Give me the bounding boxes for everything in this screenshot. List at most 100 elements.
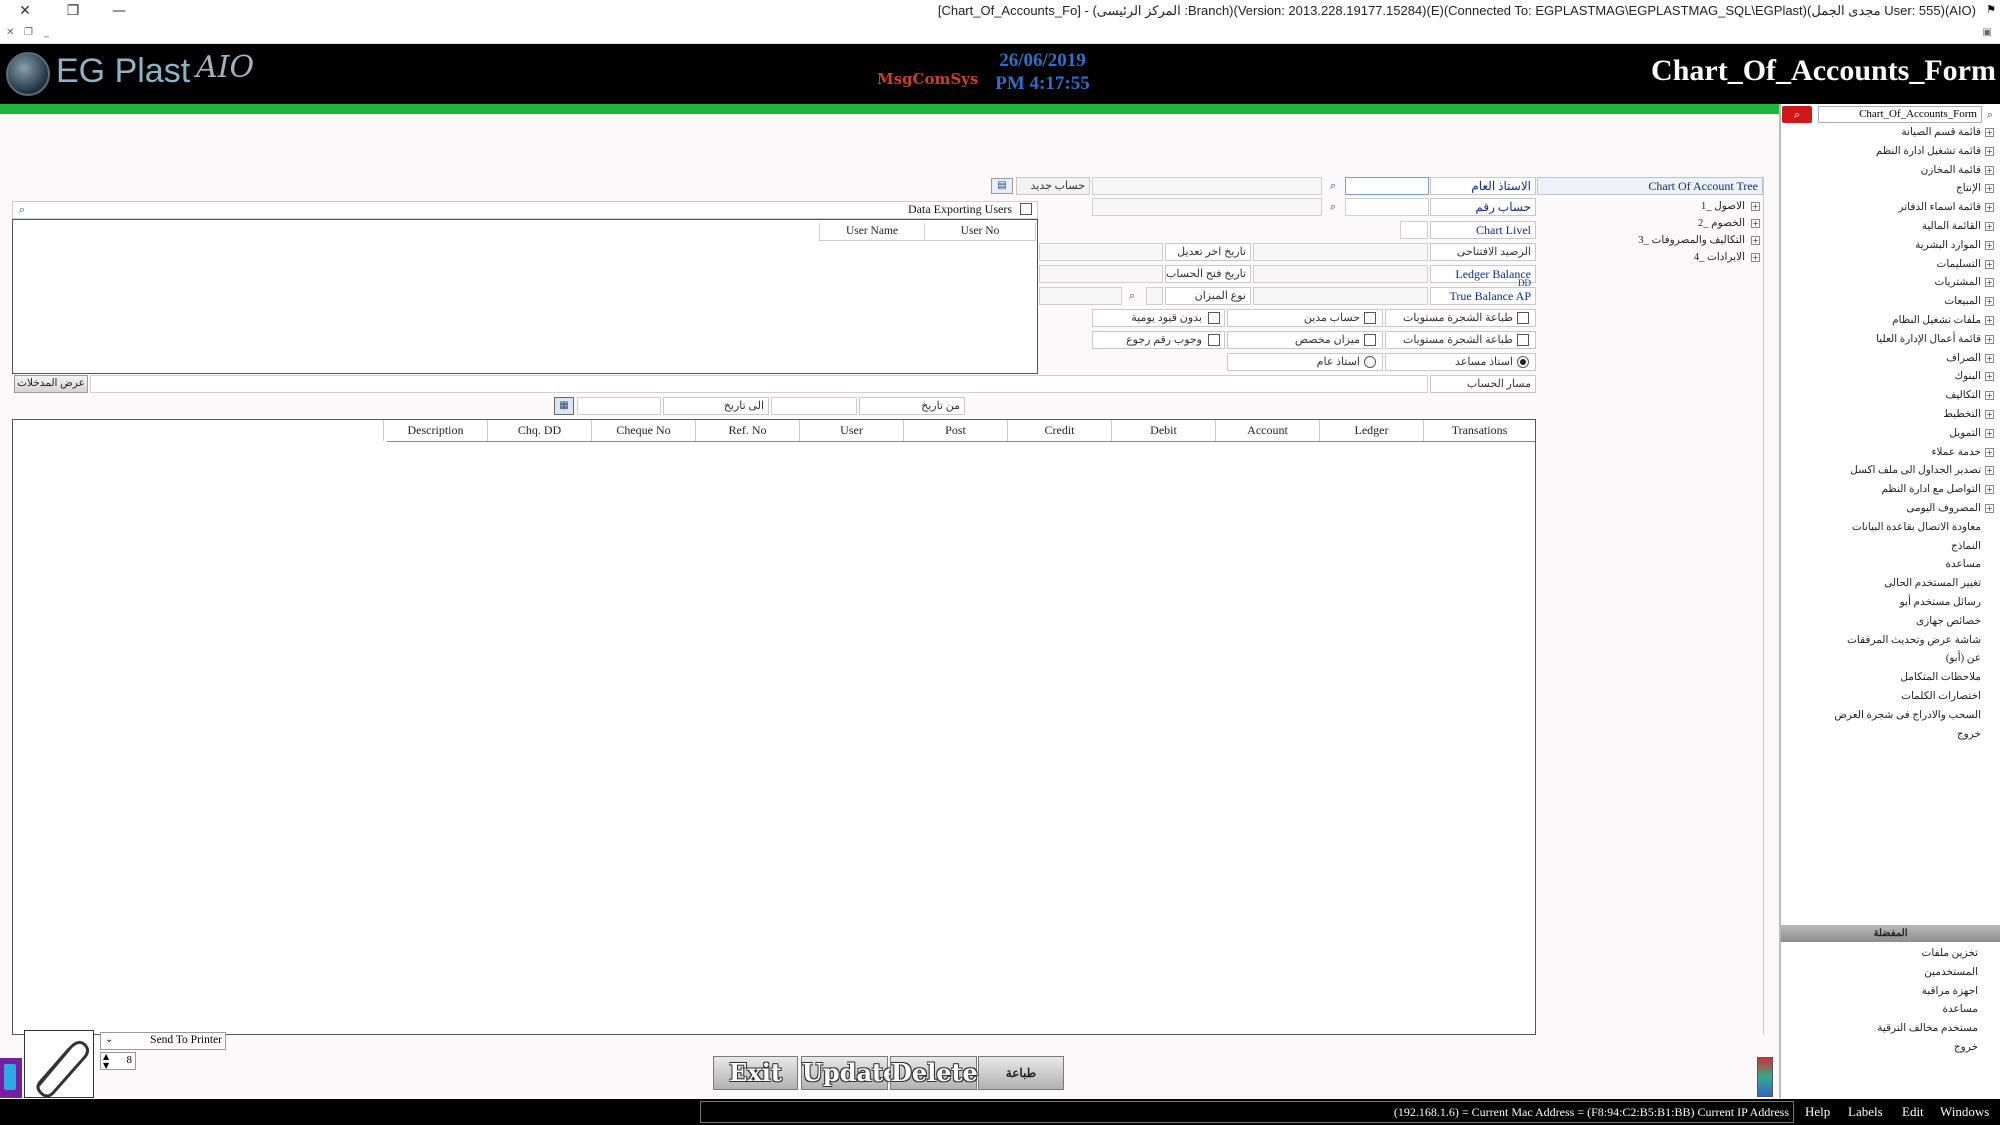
tree-node[interactable]: 3_ التكاليف والمصروفات + xyxy=(1638,234,1760,246)
print-tree-levels-1-option[interactable]: طباعة الشجرة مستويات xyxy=(1385,309,1536,327)
expand-icon[interactable]: + xyxy=(1985,372,1994,382)
sidebar-menu-item[interactable]: ملاحظات المتكامل xyxy=(1900,669,1994,688)
sidebar-menu-item[interactable]: مساعدة xyxy=(1946,556,1994,575)
expand-icon[interactable]: + xyxy=(1985,278,1994,288)
sidebar-menu-item[interactable]: خصائص جهازى xyxy=(1916,613,1994,632)
print-tree-levels-2-checkbox[interactable] xyxy=(1517,334,1529,346)
expand-icon[interactable]: + xyxy=(1985,222,1994,232)
attachment-button[interactable] xyxy=(24,1030,94,1098)
sidebar-menu-item[interactable]: رسائل مستخدم أبو xyxy=(1900,594,1994,613)
expand-icon[interactable]: + xyxy=(1985,259,1994,269)
to-date-input[interactable] xyxy=(577,397,661,415)
transactions-col-header[interactable]: Ref. No xyxy=(695,420,799,441)
transactions-col-header[interactable]: Account xyxy=(1215,420,1319,441)
expand-icon[interactable]: + xyxy=(1985,165,1994,175)
menu-windows[interactable]: Windows xyxy=(1940,1104,1989,1120)
sidebar-menu-item[interactable]: السحب والادراج فى شجرة العرض xyxy=(1834,707,1994,726)
data-exporting-users-checkbox[interactable] xyxy=(1020,203,1032,215)
expand-icon[interactable]: + xyxy=(1985,485,1994,495)
sidebar-menu-item[interactable]: التخطيط + xyxy=(1943,406,1994,425)
new-account-button[interactable]: حساب جديد xyxy=(1016,177,1090,195)
window-menu-icon[interactable]: ⚑ xyxy=(1986,3,1996,16)
sidebar-search-input[interactable]: Chart_Of_Accounts_Form xyxy=(1818,106,1982,123)
general-ledger-input[interactable] xyxy=(1345,177,1429,195)
menu-edit[interactable]: Edit xyxy=(1902,1104,1924,1120)
custom-balance-checkbox[interactable] xyxy=(1364,334,1376,346)
expand-icon[interactable]: + xyxy=(1751,253,1760,263)
expand-icon[interactable]: + xyxy=(1985,240,1994,250)
favorite-item[interactable]: مساعدة xyxy=(1943,1001,1978,1020)
general-ledger-radio[interactable] xyxy=(1364,356,1376,368)
sidebar-menu-item[interactable]: تغيير المستخدم الحالى xyxy=(1884,575,1994,594)
transactions-col-header[interactable]: Post xyxy=(903,420,1007,441)
expand-icon[interactable]: + xyxy=(1985,184,1994,194)
sidebar-menu-item[interactable]: شاشة عرض وتحديث المرفقات xyxy=(1847,632,1994,651)
transactions-col-header[interactable]: Ledger xyxy=(1319,420,1423,441)
print-tree-levels-1-checkbox[interactable] xyxy=(1517,312,1529,324)
calendar-icon[interactable]: ▦ xyxy=(554,397,574,415)
return-required-option[interactable]: وجوب رقم رجوع xyxy=(1092,331,1225,349)
sidebar-menu-item[interactable]: معاودة الاتصال بقاعدة البيانات xyxy=(1852,519,1994,538)
users-col-user-name[interactable]: User Name xyxy=(819,223,925,241)
sidebar-menu-item[interactable]: قائمة قسم الصيانة + xyxy=(1901,124,1994,143)
copies-stepper[interactable]: ▲ ▼ 8 xyxy=(100,1052,136,1070)
chart-level-input[interactable] xyxy=(1400,221,1428,239)
sidebar-menu-item[interactable]: قائمة المخازن + xyxy=(1921,162,1994,181)
msg-logo[interactable]: MsgComSys xyxy=(877,70,978,88)
debit-account-option[interactable]: حساب مدين xyxy=(1227,309,1383,327)
expand-icon[interactable]: + xyxy=(1985,504,1994,514)
expand-icon[interactable]: + xyxy=(1985,353,1994,363)
expand-icon[interactable]: + xyxy=(1751,236,1760,246)
no-daily-entries-option[interactable]: بدون قيود يومية xyxy=(1092,309,1225,327)
tree-node[interactable]: 2_ الخصوم + xyxy=(1698,217,1760,229)
transactions-col-header[interactable]: Description xyxy=(383,420,487,441)
print-tree-levels-2-option[interactable]: طباعة الشجرة مستويات xyxy=(1385,331,1536,349)
sidebar-menu-item[interactable]: التكاليف + xyxy=(1945,387,1994,406)
favorite-item[interactable]: تخزين ملفات xyxy=(1921,945,1978,964)
sidebar-menu-item[interactable]: النماذج xyxy=(1951,538,1994,557)
tree-node[interactable]: 4_ الايرادات + xyxy=(1694,251,1760,263)
transactions-col-header[interactable]: Cheque No xyxy=(591,420,695,441)
expand-icon[interactable]: + xyxy=(1985,410,1994,420)
account-no-input[interactable] xyxy=(1345,198,1429,216)
sidebar-menu-item[interactable]: المشتريات + xyxy=(1934,274,1994,293)
minimize-icon[interactable]: — xyxy=(96,0,142,24)
side-tab[interactable] xyxy=(0,1058,22,1098)
sidebar-menu-item[interactable]: الإنتاج + xyxy=(1956,180,1994,199)
sidebar-menu-item[interactable]: الموارد البشرية + xyxy=(1915,237,1994,256)
sidebar-menu-item[interactable]: قائمة أعمال الإدارة العليا + xyxy=(1876,331,1994,350)
users-col-user-no[interactable]: User No xyxy=(925,223,1036,241)
expand-icon[interactable]: + xyxy=(1985,466,1994,476)
sidebar-menu-item[interactable]: التمويل + xyxy=(1949,425,1994,444)
no-daily-entries-checkbox[interactable] xyxy=(1208,312,1220,324)
show-entries-button[interactable]: عرض المدخلات xyxy=(14,375,88,393)
expand-icon[interactable]: + xyxy=(1985,128,1994,138)
transactions-col-header[interactable]: Credit xyxy=(1007,420,1111,441)
expand-icon[interactable]: + xyxy=(1985,316,1994,326)
general-ledger-option[interactable]: استاذ عام xyxy=(1227,353,1383,371)
custom-balance-option[interactable]: ميزان مخصص xyxy=(1227,331,1383,349)
favorite-item[interactable]: المستخدمين xyxy=(1924,964,1978,983)
stepper-arrows-icon[interactable]: ▲ ▼ xyxy=(103,1052,109,1070)
favorite-item[interactable]: مستخدم مخالف الترقية xyxy=(1877,1020,1978,1039)
from-date-input[interactable] xyxy=(771,397,857,415)
resize-grip-icon[interactable] xyxy=(1757,1057,1773,1097)
sub-ledger-option[interactable]: استاذ مساعد xyxy=(1385,353,1536,371)
close-icon[interactable]: ✕ xyxy=(2,0,48,24)
sidebar-menu-item[interactable]: اختصارات الكلمات xyxy=(1901,688,1994,707)
new-account-icon[interactable]: ▤ xyxy=(991,178,1013,194)
mdi-restore-icon[interactable]: ❐ xyxy=(24,27,33,38)
users-search-icon[interactable]: ⌕ xyxy=(14,202,30,218)
tree-node[interactable]: 1_ الاصول + xyxy=(1701,200,1760,212)
sidebar-menu-item[interactable]: القائمة المالية + xyxy=(1922,218,1994,237)
search-icon[interactable]: ⌕ xyxy=(1982,106,1998,123)
sidebar-menu-item[interactable]: التسليمات + xyxy=(1937,256,1994,275)
sidebar-menu-item[interactable]: المبيعات + xyxy=(1944,293,1994,312)
transactions-col-header[interactable]: Chq. DD xyxy=(487,420,591,441)
debit-account-checkbox[interactable] xyxy=(1364,312,1376,324)
sidebar-menu-item[interactable]: قائمة اسماء الدفاتر + xyxy=(1898,199,1994,218)
transactions-col-header[interactable]: Transations xyxy=(1423,420,1535,441)
general-ledger-search-icon[interactable]: ⌕ xyxy=(1325,178,1341,194)
expand-icon[interactable]: + xyxy=(1985,297,1994,307)
sidebar-menu-item[interactable]: ملفات تشغيل النظام + xyxy=(1892,312,1994,331)
